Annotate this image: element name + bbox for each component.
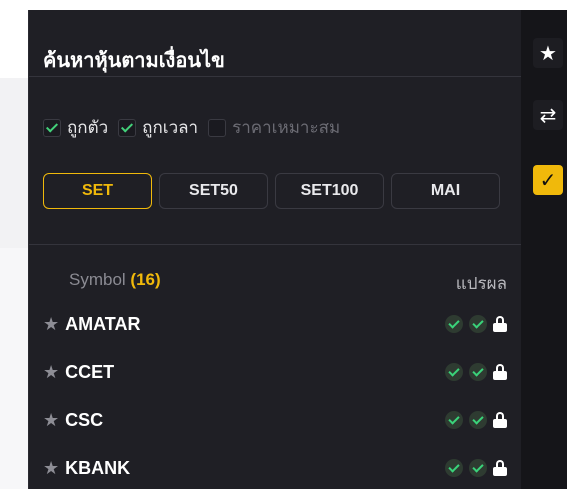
favorite-star-icon[interactable]: ★	[43, 315, 59, 333]
divider	[29, 76, 521, 77]
divider	[29, 244, 521, 245]
checkbox-checked-icon[interactable]	[43, 118, 61, 137]
list-item[interactable]: ★ CSC	[43, 402, 507, 438]
list-item[interactable]: ★ AMATAR	[43, 306, 507, 342]
check-circle-icon	[445, 363, 463, 381]
stock-screener-panel: ค้นหาหุ้นตามเงื่อนไข ถูกตัว ถูกเวลา ราคา…	[28, 10, 522, 489]
favorite-star-icon[interactable]: ★	[43, 363, 59, 381]
filter-group: ถูกตัว ถูกเวลา ราคาเหมาะสม	[43, 114, 340, 141]
checkbox-checked-icon[interactable]	[118, 118, 137, 137]
favorite-star-icon[interactable]: ★	[43, 459, 59, 477]
list-item[interactable]: ★ KBANK	[43, 450, 507, 486]
symbol-name: AMATAR	[65, 313, 141, 334]
check-circle-icon	[445, 411, 463, 429]
checkbox-unchecked-icon[interactable]	[208, 118, 227, 137]
background-top	[0, 0, 567, 10]
filter-label: ถูกตัว	[67, 118, 109, 137]
list-header: Symbol (16) แปรผล	[69, 270, 507, 297]
status-icons	[445, 411, 507, 429]
check-circle-icon	[445, 315, 463, 333]
symbol-column-header: Symbol (16)	[69, 270, 161, 297]
list-item[interactable]: ★ CCET	[43, 354, 507, 390]
check-circle-icon	[469, 363, 487, 381]
tab-mai[interactable]: MAI	[391, 173, 500, 209]
background-left-low	[0, 248, 28, 489]
check-circle-icon	[469, 315, 487, 333]
tab-set[interactable]: SET	[43, 173, 152, 209]
background-left-mid	[0, 78, 28, 248]
star-icon[interactable]: ★	[533, 38, 563, 68]
tab-set100[interactable]: SET100	[275, 173, 384, 209]
status-icons	[445, 363, 507, 381]
status-icons	[445, 459, 507, 477]
right-toolbar: ★ ⇄ ✓	[521, 10, 567, 489]
check-circle-icon	[469, 459, 487, 477]
filter-fair-price[interactable]: ราคาเหมาะสม	[208, 114, 340, 141]
lock-icon	[493, 364, 507, 380]
symbol-count: (16)	[130, 270, 161, 289]
favorite-star-icon[interactable]: ★	[43, 411, 59, 429]
panel-title: ค้นหาหุ้นตามเงื่อนไข	[43, 50, 225, 72]
magic-check-icon[interactable]: ✓	[533, 165, 563, 195]
symbol-name: CCET	[65, 361, 115, 382]
swap-arrows-icon[interactable]: ⇄	[533, 100, 563, 130]
tab-set50[interactable]: SET50	[159, 173, 268, 209]
symbol-name: KBANK	[65, 457, 131, 478]
market-tabs: SET SET50 SET100 MAI	[43, 173, 500, 209]
filter-label: ราคาเหมาะสม	[232, 118, 341, 137]
background-left-top	[0, 0, 28, 78]
check-circle-icon	[445, 459, 463, 477]
filter-cheap-price[interactable]: ถูกตัว	[43, 114, 108, 141]
status-icons	[445, 315, 507, 333]
check-circle-icon	[469, 411, 487, 429]
filter-good-timing[interactable]: ถูกเวลา	[118, 114, 198, 141]
lock-icon	[493, 412, 507, 428]
result-column-header: แปรผล	[455, 274, 507, 293]
symbol-label: Symbol	[69, 270, 126, 289]
filter-label: ถูกเวลา	[142, 118, 199, 137]
symbol-name: CSC	[65, 409, 104, 430]
lock-icon	[493, 316, 507, 332]
lock-icon	[493, 460, 507, 476]
